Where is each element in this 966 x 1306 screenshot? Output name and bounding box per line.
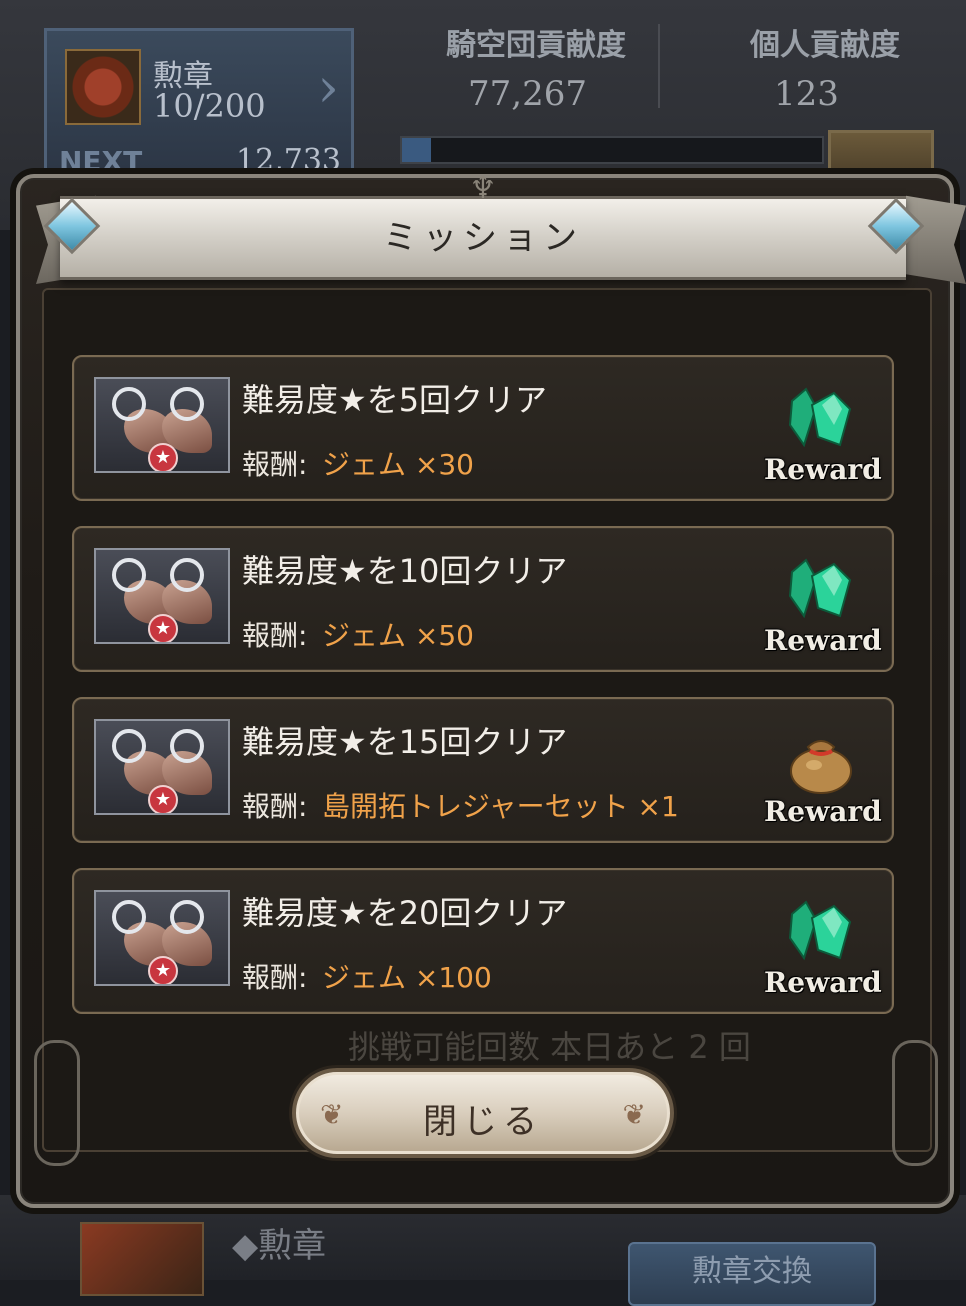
reward-label: 報酬: [242,619,308,652]
reward-value: ジェム ×100 [322,961,492,994]
star-badge-icon: ★ [148,443,178,471]
chevron-right-icon[interactable]: › [317,61,339,115]
bottom-medal-label: ◆勲章 [232,1226,327,1266]
mission-title: 難易度★を20回クリア [242,894,568,932]
corner-ornament [892,1040,938,1166]
next-value: 12,733 [236,143,341,178]
reward-value: ジェム ×30 [322,448,474,481]
reward-value: ジェム ×50 [322,619,474,652]
mission-row: ★ 難易度★を10回クリア 報酬: ジェム ×50 Reward [72,526,894,672]
progress-fill [402,138,432,162]
mission-thumbnail: ★ [94,377,230,473]
corner-ornament [34,1040,80,1166]
mission-thumbnail: ★ [94,719,230,815]
reward-button-label: Reward [764,795,882,828]
personal-contribution-label: 個人貢献度 [750,28,900,63]
reward-label: 報酬: [242,961,308,994]
crew-contribution-value: 77,267 [468,74,587,114]
gem-icon [788,387,852,448]
medal-thumbnail [65,49,141,125]
reward-button[interactable]: Reward [764,880,882,1006]
gem-icon [788,900,852,961]
mission-title: 難易度★を10回クリア [242,552,568,590]
reward-label: 報酬: [242,448,308,481]
reward-button-label: Reward [764,453,882,486]
gem-icon [788,558,852,619]
personal-contribution-value: 123 [774,74,839,114]
mission-row: ★ 難易度★を20回クリア 報酬: ジェム ×100 Reward [72,868,894,1014]
medal-count: 10/200 [153,87,266,125]
mission-row: ★ 難易度★を15回クリア 報酬: 島開拓トレジャーセット ×1 Reward [72,697,894,843]
mission-row: ★ 難易度★を5回クリア 報酬: ジェム ×30 Reward [72,355,894,501]
star-badge-icon: ★ [148,785,178,813]
medal-card[interactable]: 勲章 10/200 › NEXT 12,733 [44,28,354,178]
ornament-icon: ❦ [622,1098,646,1131]
reward-label: 報酬: [242,790,308,823]
reward-button[interactable]: Reward [764,709,882,835]
close-button[interactable]: ❦ 閉じる ❦ [292,1068,674,1158]
reward-button[interactable]: Reward [764,538,882,664]
mission-title: 難易度★を5回クリア [242,381,548,419]
crest-ornament-icon: ♆ [469,171,497,206]
close-button-label: 閉じる [423,1102,543,1142]
challenge-count-text: 挑戦可能回数 本日あと 2 回 [348,1028,751,1066]
bottom-medal-thumbnail [80,1222,204,1296]
crew-contribution-label: 騎空団貢献度 [446,28,626,63]
mission-thumbnail: ★ [94,890,230,986]
reward-button[interactable]: Reward [764,367,882,493]
mission-thumbnail: ★ [94,548,230,644]
reward-button-label: Reward [764,966,882,999]
dialog-title: ミッション [383,218,583,258]
contribution-progress-bar [400,136,824,164]
star-badge-icon: ★ [148,956,178,984]
mission-title: 難易度★を15回クリア [242,723,568,761]
medal-exchange-button[interactable]: 勲章交換 [628,1242,876,1306]
reward-button-label: Reward [764,624,882,657]
treasure-bag-icon [790,740,852,794]
divider [658,24,660,108]
reward-value: 島開拓トレジャーセット ×1 [322,790,679,823]
star-badge-icon: ★ [148,614,178,642]
